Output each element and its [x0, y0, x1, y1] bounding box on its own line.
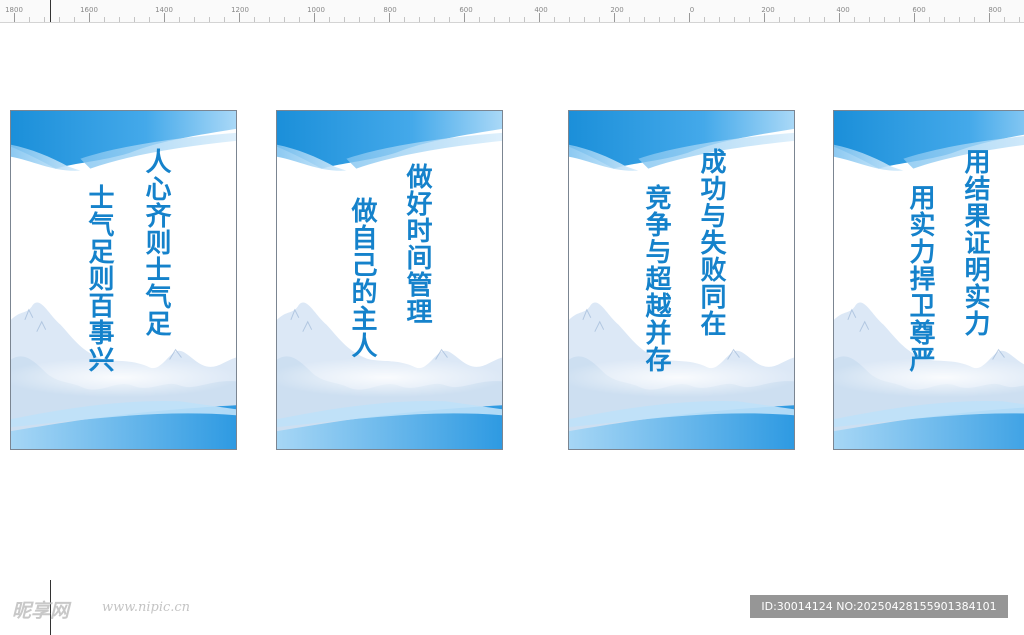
ruler-tick	[74, 17, 75, 22]
ruler-tick	[794, 17, 795, 22]
ruler-tick	[809, 17, 810, 22]
ruler-tick	[719, 17, 720, 22]
guide-line-top	[50, 0, 51, 22]
poster-panel-4[interactable]: 用结果证明实力 用实力捍卫尊严	[833, 110, 1024, 450]
ruler-tick	[119, 17, 120, 22]
ruler-tick	[284, 17, 285, 22]
ruler-tick	[404, 17, 405, 22]
ruler-tick	[554, 17, 555, 22]
poster-background	[11, 111, 236, 449]
ruler-tick	[479, 17, 480, 22]
ruler-tick	[59, 17, 60, 22]
poster-panel-3[interactable]: 成功与失败同在 竞争与超越并存	[568, 110, 795, 450]
ruler-label: 1000	[307, 6, 325, 14]
ruler-tick	[314, 13, 315, 22]
ruler-tick	[644, 17, 645, 22]
ruler-label: 600	[459, 6, 473, 14]
ruler-tick	[734, 17, 735, 22]
ruler-label: 1200	[231, 6, 249, 14]
ruler-tick	[194, 17, 195, 22]
ruler-tick	[539, 13, 540, 22]
poster-background	[569, 111, 794, 449]
ruler-tick	[674, 17, 675, 22]
ruler-tick	[389, 13, 390, 22]
ruler-tick	[854, 17, 855, 22]
ruler-tick	[989, 13, 990, 22]
ruler-tick	[344, 17, 345, 22]
ruler-tick	[29, 17, 30, 22]
ruler-tick	[509, 17, 510, 22]
slogan-line-2: 做自己的主人	[347, 197, 377, 359]
ruler-tick	[899, 17, 900, 22]
slogan-line-1: 用结果证明实力	[960, 148, 990, 337]
ruler-tick	[329, 17, 330, 22]
ruler-tick	[359, 17, 360, 22]
poster-background	[277, 111, 502, 449]
ruler-tick	[764, 13, 765, 22]
ruler-tick	[689, 13, 690, 22]
ruler-tick	[884, 17, 885, 22]
poster-panel-1[interactable]: 人心齐则士气足 士气足则百事兴	[10, 110, 237, 450]
ruler-tick	[824, 17, 825, 22]
site-url: www.nipic.cn	[102, 600, 191, 615]
ruler-tick	[959, 17, 960, 22]
ruler-tick	[254, 17, 255, 22]
ruler-tick	[869, 17, 870, 22]
ruler-tick	[419, 17, 420, 22]
ruler-tick	[524, 17, 525, 22]
slogan-line-2: 竞争与超越并存	[641, 184, 671, 373]
ruler-label: 200	[610, 6, 624, 14]
ruler-tick	[974, 17, 975, 22]
site-logo: 昵享网	[12, 600, 70, 622]
image-id-bar: ID:30014124 NO:20250428155901384101	[750, 595, 1008, 618]
ruler-tick	[269, 17, 270, 22]
ruler-tick	[569, 17, 570, 22]
ruler-tick	[1004, 17, 1005, 22]
ruler-tick	[704, 17, 705, 22]
ruler-tick	[839, 13, 840, 22]
ruler-tick	[134, 17, 135, 22]
ruler-label: 400	[534, 6, 548, 14]
ruler-tick	[614, 13, 615, 22]
ruler-tick	[104, 17, 105, 22]
ruler-label: 0	[689, 6, 695, 14]
ruler-tick	[374, 17, 375, 22]
ruler-tick	[149, 17, 150, 22]
ruler-tick	[929, 17, 930, 22]
ruler-tick	[599, 17, 600, 22]
ruler-tick	[494, 17, 495, 22]
ruler-tick	[944, 17, 945, 22]
ruler-tick	[14, 13, 15, 22]
poster-panel-2[interactable]: 做好时间管理 做自己的主人	[276, 110, 503, 450]
ruler-tick	[449, 17, 450, 22]
ruler-tick	[629, 17, 630, 22]
ruler-tick	[209, 17, 210, 22]
ruler-tick	[164, 13, 165, 22]
ruler-tick	[779, 17, 780, 22]
slogan-line-2: 士气足则百事兴	[84, 184, 114, 373]
slogan-line-1: 人心齐则士气足	[141, 148, 171, 337]
ruler-tick	[749, 17, 750, 22]
ruler-tick	[434, 17, 435, 22]
top-ruler[interactable]: 1800 1600 1400 1200 1000 800 600 400 200…	[0, 0, 1024, 23]
slogan-line-1: 成功与失败同在	[696, 148, 726, 337]
ruler-label: 800	[988, 6, 1002, 14]
slogan-line-2: 用实力捍卫尊严	[905, 184, 935, 373]
ruler-tick	[89, 13, 90, 22]
ruler-tick	[44, 17, 45, 22]
ruler-tick	[179, 17, 180, 22]
ruler-tick	[464, 13, 465, 22]
ruler-tick	[224, 17, 225, 22]
ruler-tick	[584, 17, 585, 22]
ruler-tick	[914, 13, 915, 22]
slogan-line-1: 做好时间管理	[402, 163, 432, 325]
ruler-tick	[239, 13, 240, 22]
ruler-label: 800	[383, 6, 397, 14]
ruler-tick	[659, 17, 660, 22]
ruler-tick	[299, 17, 300, 22]
ruler-tick	[1019, 17, 1020, 22]
